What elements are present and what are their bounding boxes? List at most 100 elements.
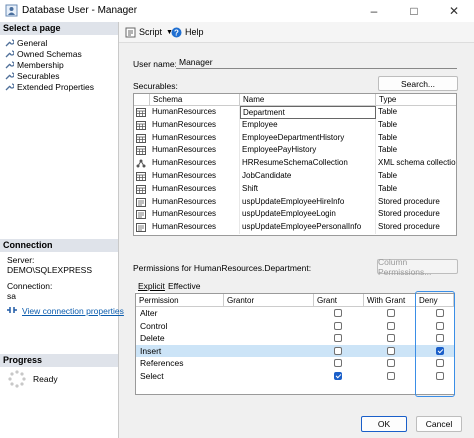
connection-label: Connection: [7,281,53,291]
sidebar-item-label: Membership [17,59,64,70]
cell-schema: HumanResources [150,157,240,170]
sidebar-item-membership[interactable]: Membership [4,59,64,70]
minimize-button[interactable]: – [354,1,394,21]
sidebar-item-general[interactable]: General [4,37,47,48]
permission-row-control[interactable]: Control [136,320,454,333]
view-connection-properties-link[interactable]: View connection properties [22,306,124,316]
grant-checkbox[interactable] [334,334,342,343]
grant-checkbox[interactable] [334,321,342,330]
cell-schema: HumanResources [150,170,240,183]
grid-header-name[interactable]: Name [240,94,376,106]
cell-type: Stored procedure [376,221,456,234]
perm-header-grantor[interactable]: Grantor [224,294,314,307]
table-row[interactable]: HumanResources Employee Table [134,118,456,132]
table-row[interactable]: HumanResources JobCandidate Table [134,170,456,183]
search-button[interactable]: Search... [378,76,458,91]
table-icon [136,108,146,117]
wrench-icon [5,39,14,47]
user-name-label: User name: [133,59,177,69]
procedure-icon [136,223,146,233]
maximize-button[interactable]: □ [394,1,434,21]
cell-type: XML schema collection [376,157,456,170]
perm-header-with-grant[interactable]: With Grant [364,294,416,307]
grid-header-type[interactable]: Type [376,94,456,106]
cell-name: uspUpdateEmployeeLogin [240,208,376,222]
help-icon: ? [171,27,182,37]
cell-type: Stored procedure [376,208,456,221]
progress-spinner-icon [8,370,26,388]
grant-checkbox[interactable] [334,309,342,317]
sidebar-item-securables[interactable]: Securables [4,70,60,81]
help-button[interactable]: ? Help [171,26,204,38]
grant-checkbox[interactable] [334,372,342,380]
permission-row-insert[interactable]: Insert [136,344,454,358]
grant-checkbox[interactable] [334,346,342,355]
ok-button[interactable]: OK [361,416,407,432]
wrench-icon [5,83,14,91]
permission-row-alter[interactable]: Alter [136,307,454,320]
table-row[interactable]: HumanResources HRResumeSchemaCollection XM… [134,157,456,170]
table-row[interactable]: HumanResources uspUpdateEmployeeHireInfo S… [134,195,456,209]
table-row[interactable]: HumanResources EmployeePayHistory Table [134,144,456,158]
cell-schema: HumanResources [150,208,240,222]
schema-icon [136,159,146,168]
with-grant-checkbox[interactable] [387,359,395,368]
grid-header-schema[interactable]: Schema [150,94,240,106]
with-grant-checkbox[interactable] [387,372,395,380]
script-label: Script [139,27,163,37]
grant-checkbox[interactable] [334,359,342,368]
sidebar-item-owned-schemas[interactable]: Owned Schemas [4,48,82,59]
tab-effective[interactable]: Effective [168,281,200,292]
script-button[interactable]: Script ▼ [125,26,173,38]
cell-name: EmployeePayHistory [240,144,376,158]
table-row[interactable]: HumanResources Department Table [134,106,456,119]
cell-type: Table [376,132,456,145]
with-grant-checkbox[interactable] [387,334,395,343]
close-button[interactable]: ✕ [434,1,474,21]
with-grant-checkbox[interactable] [387,309,395,317]
server-value: DEMO\SQLEXPRESS [7,265,93,275]
table-row[interactable]: HumanResources EmployeeDepartmentHistory T… [134,131,456,145]
user-name-field[interactable]: Manager [176,56,457,69]
procedure-icon [136,210,146,220]
securables-label: Securables: [133,81,178,91]
permission-name: Insert [140,345,162,356]
sidebar-item-label: Extended Properties [17,81,95,92]
grid-header-icon [134,94,150,106]
script-icon [125,27,136,37]
cancel-button[interactable]: Cancel [416,416,462,432]
sidebar-item-label: Securables [17,70,60,81]
cell-schema: HumanResources [150,131,240,145]
table-icon [136,133,146,143]
securables-grid: Schema Name Type HumanResources Departmen… [133,93,457,236]
table-icon [136,146,146,156]
perm-header-permission[interactable]: Permission [136,294,224,307]
with-grant-checkbox[interactable] [387,346,395,355]
column-permissions-button[interactable]: Column Permissions... [377,257,458,277]
cell-type: Table [376,170,456,183]
table-row[interactable]: HumanResources uspUpdateEmployeeLogin Stor… [134,208,456,222]
connection-value: sa [7,291,16,301]
with-grant-checkbox[interactable] [387,321,395,330]
wrench-icon [5,61,14,69]
wrench-icon [5,72,14,80]
permission-row-select[interactable]: Select [136,370,454,383]
table-row[interactable]: HumanResources uspUpdateEmployeePersonalI… [134,221,456,234]
window-title: Database User - Manager [22,5,138,16]
left-panel: Select a page General Owned Schemas Member… [0,22,124,438]
user-name-value: Manager [179,57,213,67]
cell-schema: HumanResources [150,195,240,209]
permission-row-delete[interactable]: Delete [136,332,454,345]
table-row[interactable]: HumanResources Shift Table [134,182,456,196]
perm-header-grant[interactable]: Grant [314,294,364,307]
cell-type: Stored procedure [376,196,456,209]
wrench-icon [5,50,14,58]
deny-column-highlight [415,291,455,397]
table-icon [136,120,146,130]
permission-row-references[interactable]: References [136,357,454,370]
sidebar-item-extended-properties[interactable]: Extended Properties [4,81,94,92]
permission-name: Select [140,371,164,381]
permissions-label: Permissions for HumanResources.Departmen… [133,263,312,273]
cell-type: Table [376,106,456,119]
table-icon [136,172,146,181]
